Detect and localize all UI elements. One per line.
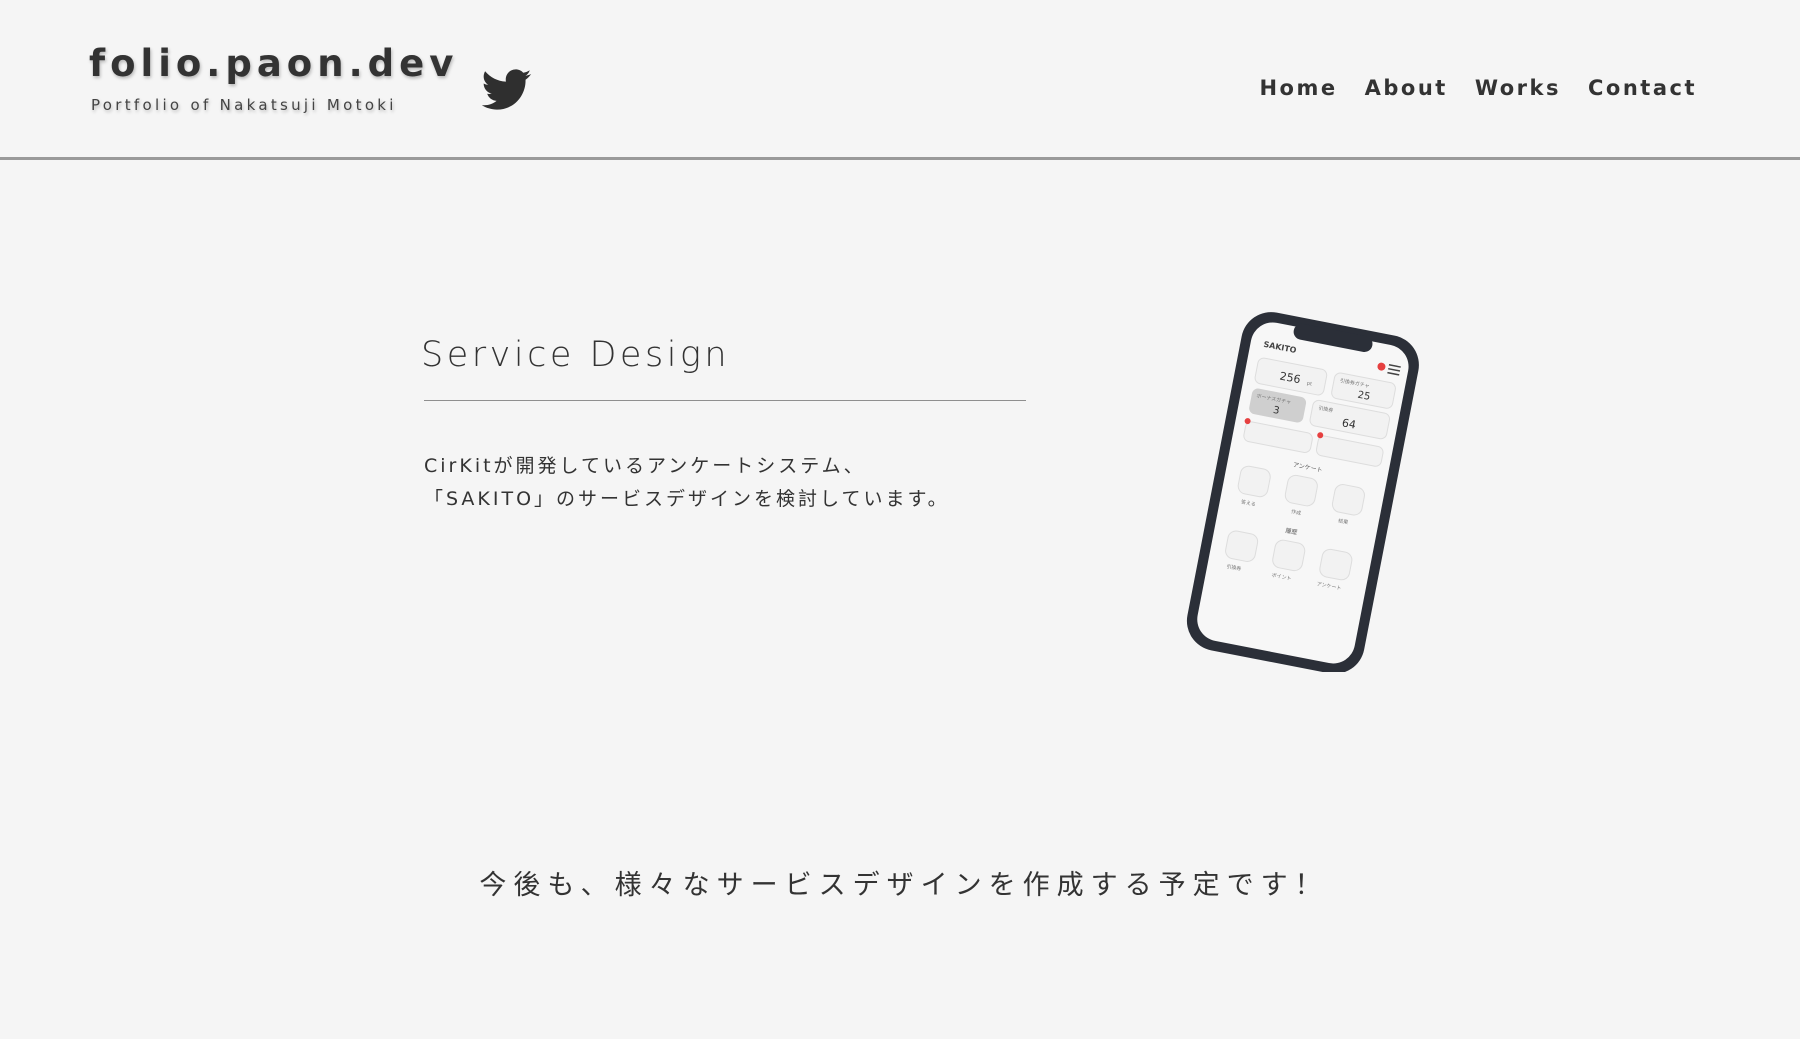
nav-works[interactable]: Works (1475, 76, 1561, 100)
twitter-icon[interactable] (481, 69, 532, 111)
site-subtitle: Portfolio of Nakatsuji Motoki (91, 96, 397, 114)
description-line-2: 「SAKITO」のサービスデザインを検討しています。 (424, 488, 950, 510)
description-line-1: CirKitが開発しているアンケートシステム、 (424, 455, 866, 477)
nav-contact[interactable]: Contact (1588, 76, 1697, 100)
nav-home[interactable]: Home (1259, 76, 1337, 100)
svg-text:64: 64 (1341, 416, 1357, 431)
closing-message: 今後も、様々なサービスデザインを作成する予定です！ (479, 870, 1329, 901)
site-header: folio.paon.dev Portfolio of Nakatsuji Mo… (0, 0, 1800, 160)
phone-mockup-image: SAKITO 256 pt 引換券ガチャ 25 ボーナスガチャ 3 引換券 64 (1168, 312, 1428, 674)
main-nav: Home About Works Contact (1232, 76, 1697, 100)
section-description: CirKitが開発しているアンケートシステム、 「SAKITO」のサービスデザイ… (424, 450, 950, 516)
site-title[interactable]: folio.paon.dev (89, 42, 458, 85)
section-divider (424, 400, 1026, 401)
section-title: Service Design (421, 335, 731, 375)
nav-about[interactable]: About (1365, 76, 1448, 100)
